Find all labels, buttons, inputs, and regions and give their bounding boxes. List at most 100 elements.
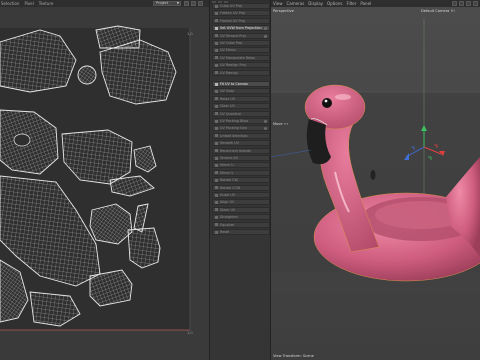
command-item[interactable]: UV Terrace Proj <box>212 32 270 39</box>
command-icon <box>215 11 218 15</box>
uv-menu-texture[interactable]: Texture <box>39 1 54 6</box>
command-icon <box>215 119 218 123</box>
command-item[interactable]: Clear UV <box>212 103 270 110</box>
uv-canvas[interactable] <box>0 7 209 360</box>
vp-menu-cameras[interactable]: Cameras <box>287 1 305 6</box>
command-label: Align UV <box>220 200 235 205</box>
command-label: Equalize <box>220 222 235 227</box>
uv-display-icon[interactable] <box>191 1 196 6</box>
command-icon <box>215 97 218 101</box>
command-item[interactable]: Relax UV <box>212 95 270 102</box>
command-item[interactable]: Mirror U <box>212 162 270 169</box>
command-item[interactable]: Fit UV to Canvas <box>212 81 270 87</box>
command-option-icon[interactable] <box>264 34 267 38</box>
viewport-menubar: View Cameras Display Options Filter Pane… <box>271 0 480 7</box>
command-item[interactable]: Stack UV <box>212 206 270 213</box>
command-item[interactable]: Cube UV Proj <box>212 3 270 9</box>
command-icon <box>215 149 218 153</box>
command-item[interactable]: Reconnect Islands <box>212 147 270 154</box>
command-item[interactable]: Smooth UV <box>212 140 270 147</box>
command-label: UV Snap <box>220 89 235 94</box>
command-item[interactable]: UV Quantize <box>212 110 270 117</box>
command-item[interactable]: Reset <box>212 229 270 235</box>
command-label: UV Realign Proj <box>220 63 246 68</box>
command-label: Set UVW from Projection <box>220 26 262 31</box>
projection-select[interactable]: Project ▼ <box>153 1 181 6</box>
command-label: UV Cube Proj <box>220 41 243 45</box>
command-label: Frontal UV Proj <box>220 18 245 23</box>
command-icon <box>215 82 218 86</box>
command-item[interactable]: UV Packing Bbox <box>212 118 270 124</box>
command-item[interactable]: UV Snap <box>212 88 270 95</box>
command-item[interactable]: Rotate CCW <box>212 184 270 191</box>
command-label: UV Terrace Proj <box>220 33 246 38</box>
command-item[interactable]: Frontal UV Proj <box>212 17 270 24</box>
vp-maximize-icon[interactable] <box>473 1 478 6</box>
command-label: Flatten UV Proj <box>220 11 246 16</box>
command-icon <box>215 186 218 190</box>
commands-panel: Cube UV Proj Flatten UV Proj Frontal UV Pr… <box>209 0 271 360</box>
command-label: Unfold Selection <box>220 133 248 138</box>
command-icon <box>215 41 218 45</box>
viewport-move-label: Move ∙∙ <box>273 122 289 126</box>
command-icon <box>215 26 218 30</box>
command-item[interactable]: Straighten <box>212 214 270 221</box>
command-item[interactable]: UV Cube Proj <box>212 40 270 46</box>
vp-move-view-icon[interactable] <box>452 1 457 6</box>
command-item[interactable]: UV Manipulate Relax <box>212 54 270 61</box>
command-item[interactable]: UV Packing Geo <box>212 125 270 132</box>
command-item[interactable]: Set UVW from Projection <box>212 25 270 32</box>
command-option-icon[interactable] <box>264 27 267 31</box>
viewport-projection-label[interactable]: Perspective <box>273 9 294 13</box>
uv-editor-panel: Selection Pixel Texture Project ▼ 1,0 1,… <box>0 0 209 360</box>
vp-zoom-view-icon[interactable] <box>466 1 471 6</box>
command-option-icon[interactable] <box>264 120 267 123</box>
command-item[interactable]: Unfold Selection <box>212 132 270 139</box>
viewport-camera-label[interactable]: Default Camera !!! <box>421 9 455 13</box>
uv-menu-selection[interactable]: Selection <box>1 1 19 6</box>
command-icon <box>215 156 218 160</box>
command-item[interactable]: UV Realign Proj <box>212 62 270 69</box>
command-label: UV Quantize <box>220 111 242 116</box>
command-label: Cube UV Proj <box>220 4 243 8</box>
command-label: Scale UV <box>220 193 236 197</box>
command-item[interactable]: Terrace All <box>212 155 270 161</box>
uv-corner-label-top: 1,0 <box>187 32 193 36</box>
vp-menu-filter[interactable]: Filter <box>346 1 356 6</box>
vp-menu-display[interactable]: Display <box>308 1 323 6</box>
command-item[interactable]: Align UV <box>212 199 270 206</box>
command-icon <box>215 56 218 60</box>
command-item[interactable]: Scale UV <box>212 192 270 198</box>
uv-menu-pixel[interactable]: Pixel <box>24 1 33 6</box>
command-icon <box>215 223 218 227</box>
command-item[interactable]: Rotate CW <box>212 177 270 184</box>
command-label: Fit UV to Canvas <box>220 82 248 86</box>
command-item[interactable]: UV Remap <box>212 69 270 76</box>
uv-grid-icon[interactable] <box>184 1 189 6</box>
uv-settings-icon[interactable] <box>198 1 203 6</box>
command-label: Mirror U <box>220 163 234 168</box>
command-label: UV Manipulate Relax <box>220 55 256 60</box>
uv-corner-label-bottom: 1,0 <box>187 331 193 335</box>
command-icon <box>215 208 218 212</box>
command-icon <box>215 178 218 182</box>
command-item[interactable]: Mirror V <box>212 169 270 176</box>
vp-menu-view[interactable]: View <box>273 1 283 6</box>
command-icon <box>215 34 218 38</box>
command-item[interactable]: UV Mirror <box>212 47 270 54</box>
viewport-canvas[interactable] <box>271 7 480 360</box>
command-item[interactable]: Equalize <box>212 221 270 228</box>
command-icon <box>215 230 218 234</box>
command-label: UV Packing Geo <box>220 126 247 131</box>
command-icon <box>215 104 218 108</box>
command-label: Mirror V <box>220 170 234 175</box>
command-label: Rotate CW <box>220 178 238 183</box>
vp-menu-options[interactable]: Options <box>327 1 342 6</box>
command-icon <box>215 126 218 130</box>
command-label: UV Packing Bbox <box>220 119 249 123</box>
vp-rotate-view-icon[interactable] <box>459 1 464 6</box>
command-option-icon[interactable] <box>264 127 267 131</box>
vp-menu-panel[interactable]: Panel <box>360 1 371 6</box>
command-item[interactable]: Flatten UV Proj <box>212 10 270 17</box>
command-icon <box>215 215 218 219</box>
